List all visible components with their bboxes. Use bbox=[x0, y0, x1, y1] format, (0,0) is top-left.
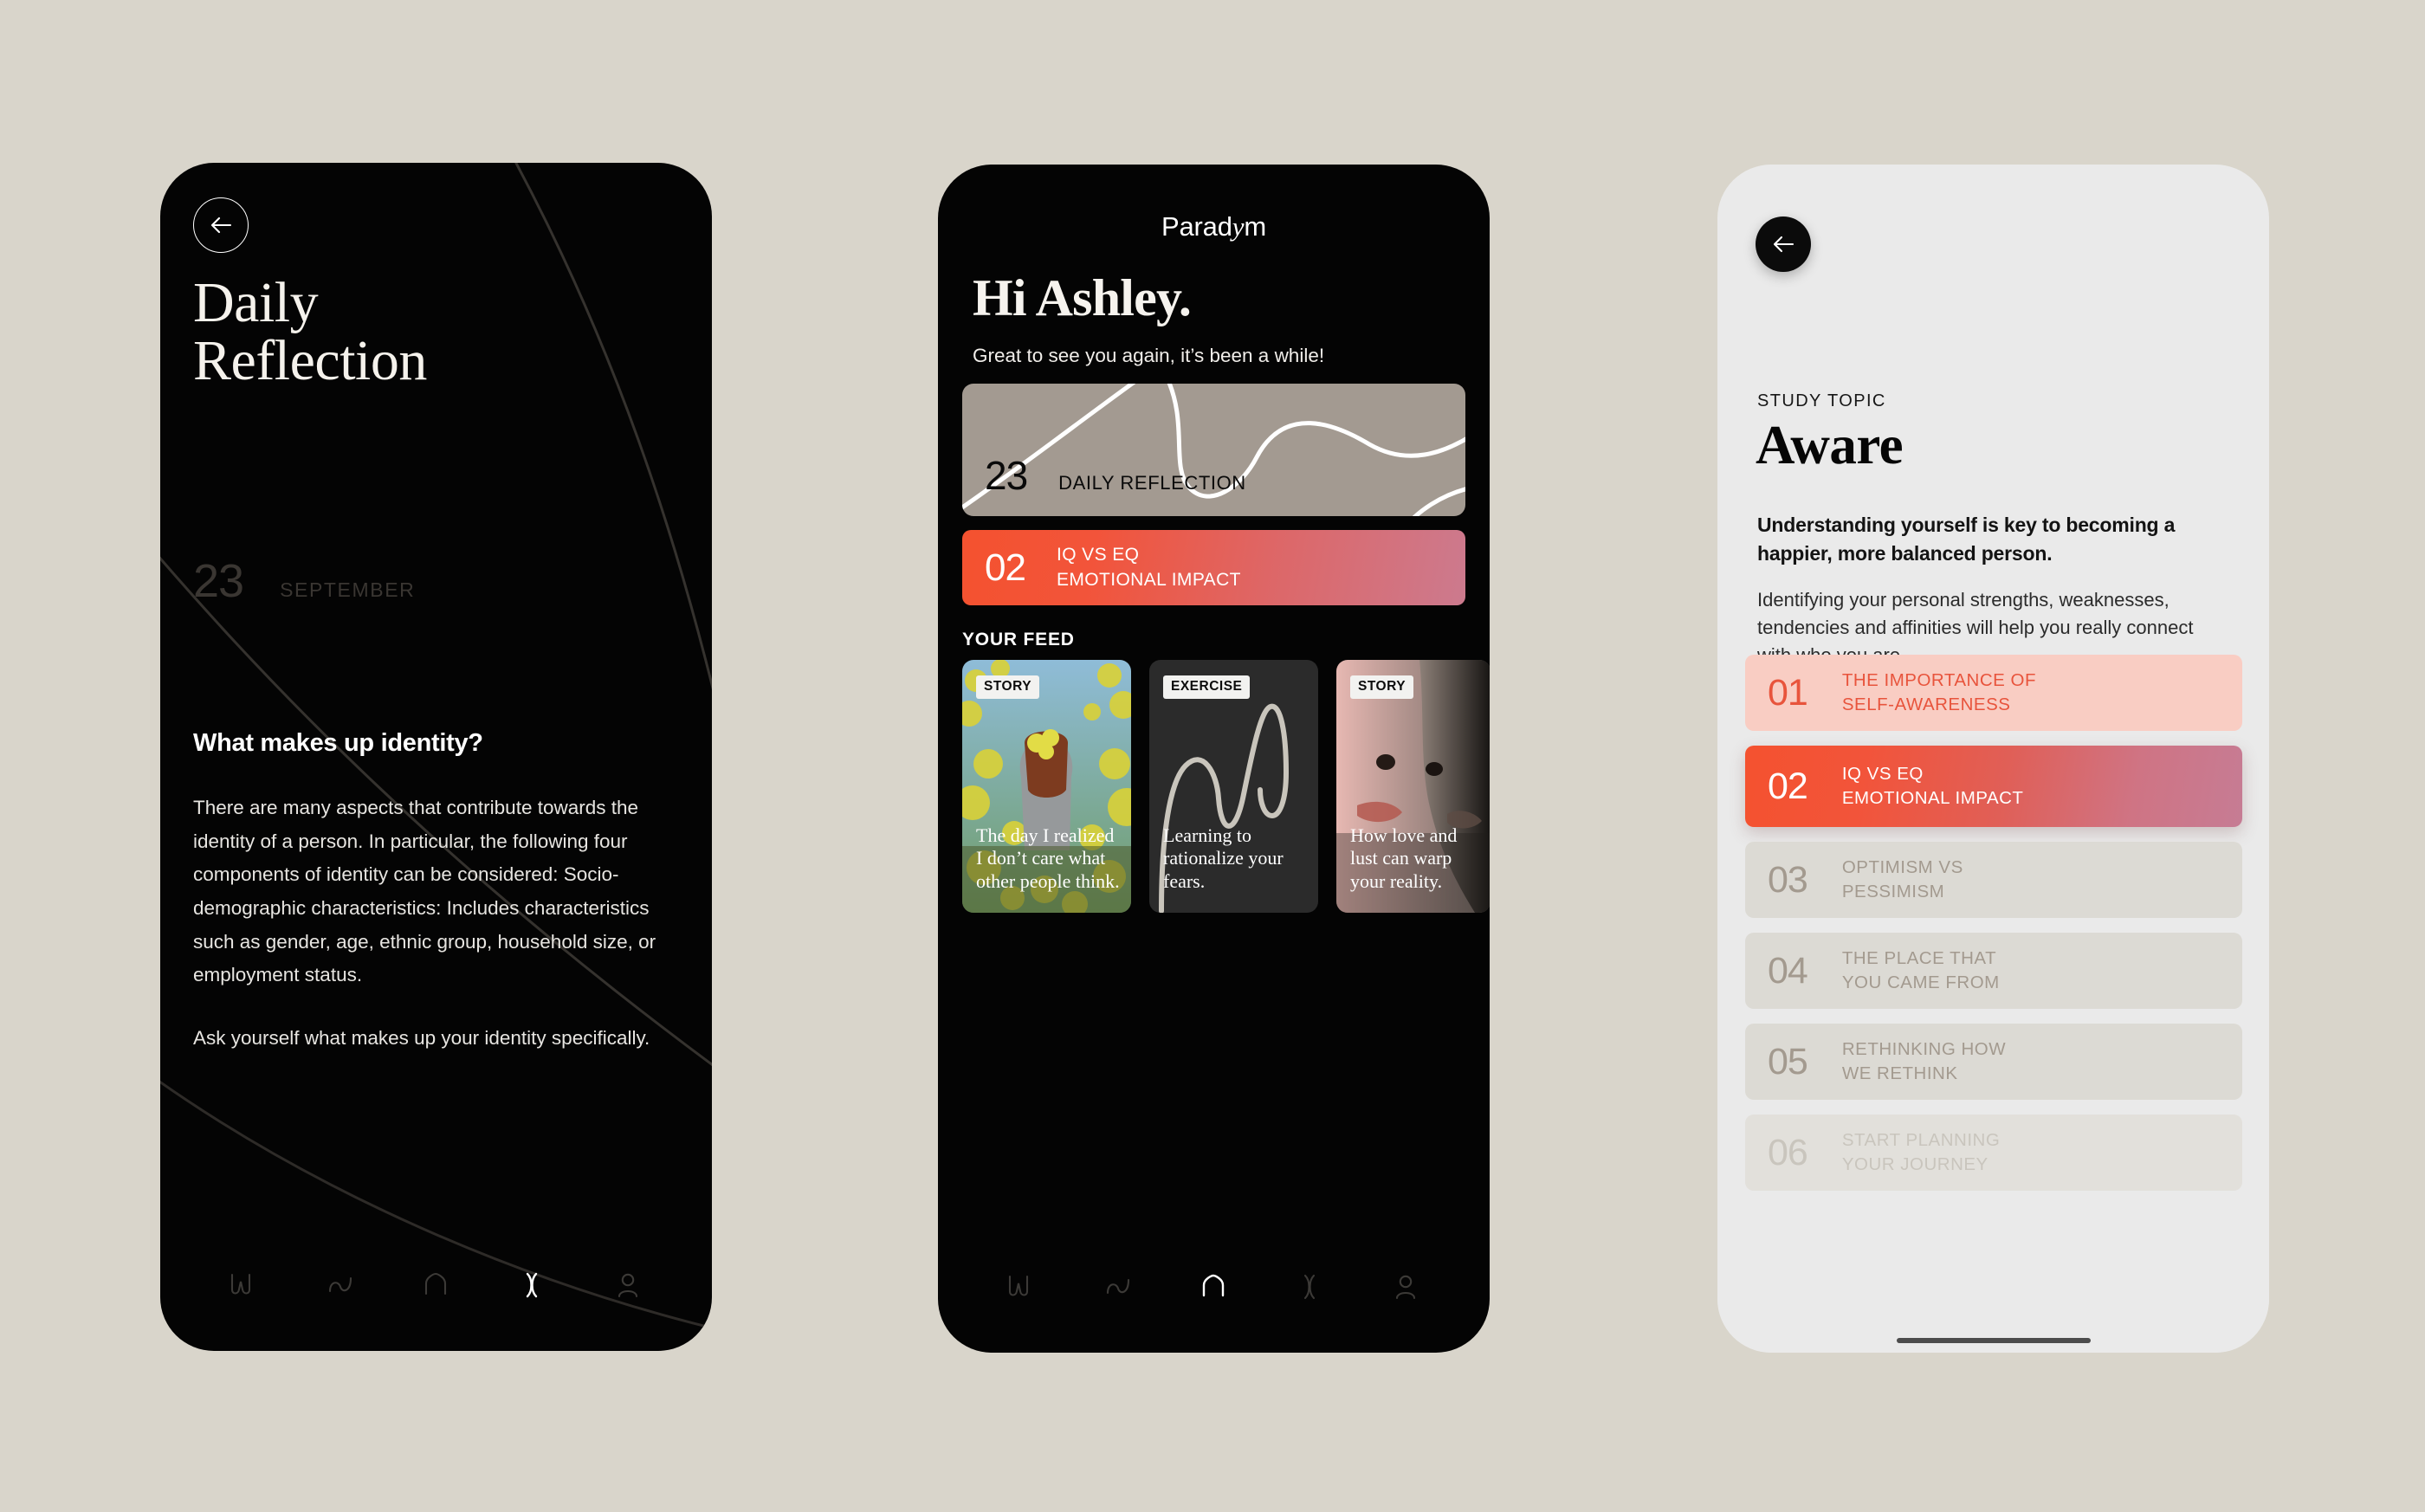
topic-title: THE PLACE THAT YOU CAME FROM bbox=[1842, 947, 2000, 994]
topic-title-line2: SELF-AWARENESS bbox=[1841, 695, 2011, 714]
greeting-subtitle: Great to see you again, it’s been a whil… bbox=[973, 345, 1325, 366]
nav-home-icon[interactable] bbox=[410, 1259, 462, 1311]
feed-card-title: How love and lust can warp your reality. bbox=[1350, 824, 1458, 893]
nav-w-icon[interactable] bbox=[218, 1259, 270, 1311]
home-indicator[interactable] bbox=[1896, 1338, 2091, 1343]
topic-row-01[interactable]: 01 THE IMPORTANCE OF SELF-AWARENESS bbox=[1745, 655, 2242, 731]
reflection-card-day: 23 bbox=[985, 453, 1028, 498]
reflection-card-label: DAILY REFLECTION bbox=[1058, 472, 1246, 494]
eyebrow-label: STUDY TOPIC bbox=[1757, 391, 1886, 410]
feed-card-title: Learning to rationalize your fears. bbox=[1163, 824, 1284, 893]
reflection-paragraph-2: Ask yourself what makes up your identity… bbox=[193, 1027, 650, 1050]
date-row: 23 SEPTEMBER bbox=[193, 554, 415, 608]
arrow-left-icon bbox=[210, 216, 232, 234]
page-title: Aware bbox=[1756, 415, 1904, 475]
topic-title: OPTIMISM VS PESSIMISM bbox=[1842, 856, 1963, 903]
feed-carousel[interactable]: STORY The day I realized I don’t care wh… bbox=[962, 660, 1490, 913]
bottom-nav-bar bbox=[938, 1261, 1490, 1313]
arrow-left-icon bbox=[1773, 236, 1794, 253]
topic-row-05[interactable]: 05 RETHINKING HOW WE RETHINK bbox=[1745, 1024, 2242, 1100]
bottom-nav-bar bbox=[160, 1259, 712, 1311]
phone-home-feed: Paradym Hi Ashley. Great to see you agai… bbox=[938, 165, 1490, 1353]
nav-profile-icon[interactable] bbox=[1380, 1261, 1432, 1313]
nav-lens-icon[interactable] bbox=[506, 1259, 558, 1311]
reflection-paragraph-1: There are many aspects that contribute t… bbox=[193, 797, 656, 986]
topic-title: START PLANNING YOUR JOURNEY bbox=[1842, 1128, 2000, 1176]
topic-number: 06 bbox=[1768, 1131, 1808, 1173]
page-title-line2: Reflection bbox=[193, 329, 427, 393]
screenshot-canvas: Daily Reflection 23 SEPTEMBER What makes… bbox=[0, 0, 2425, 1512]
topic-title-line1: IQ VS EQ bbox=[1841, 764, 1924, 785]
feed-card-tag: STORY bbox=[976, 675, 1040, 699]
feed-card-story-1[interactable]: STORY The day I realized I don’t care wh… bbox=[962, 660, 1131, 913]
topic-title: RETHINKING HOW WE RETHINK bbox=[1842, 1037, 2006, 1085]
phone-study-topic: STUDY TOPIC Aware Understanding yourself… bbox=[1717, 165, 2269, 1353]
topic-title-line1: THE IMPORTANCE OF bbox=[1841, 670, 2036, 691]
topic-number: 02 bbox=[1768, 765, 1808, 807]
feed-card-tag: STORY bbox=[1350, 675, 1414, 699]
topic-title-line2: WE RETHINK bbox=[1841, 1063, 1958, 1083]
reflection-body: There are many aspects that contribute t… bbox=[193, 792, 680, 1056]
topic-row-06[interactable]: 06 START PLANNING YOUR JOURNEY bbox=[1745, 1115, 2242, 1191]
topic-title-line2: PESSIMISM bbox=[1841, 882, 1945, 901]
topic-list: 01 THE IMPORTANCE OF SELF-AWARENESS 02 I… bbox=[1745, 655, 2242, 1205]
lesson-card-line2: EMOTIONAL IMPACT bbox=[1056, 569, 1241, 590]
feed-card-story-2[interactable]: STORY How love and lust can warp your re… bbox=[1336, 660, 1490, 913]
lesson-card-line1: IQ VS EQ bbox=[1056, 545, 1140, 565]
app-logo: Paradym bbox=[938, 211, 1490, 242]
lesson-card-number: 02 bbox=[985, 546, 1026, 589]
topic-title: THE IMPORTANCE OF SELF-AWARENESS bbox=[1842, 669, 2036, 716]
date-month: SEPTEMBER bbox=[280, 578, 416, 601]
greeting-title: Hi Ashley. bbox=[973, 269, 1192, 326]
daily-reflection-card[interactable]: 23 DAILY REFLECTION bbox=[962, 384, 1465, 516]
topic-row-02[interactable]: 02 IQ VS EQ EMOTIONAL IMPACT bbox=[1745, 746, 2242, 827]
feed-card-exercise[interactable]: EXERCISE Learning to rationalize your fe… bbox=[1149, 660, 1318, 913]
topic-title-line2: YOUR JOURNEY bbox=[1841, 1154, 1988, 1174]
phone-daily-reflection: Daily Reflection 23 SEPTEMBER What makes… bbox=[160, 163, 712, 1351]
topic-title-line1: START PLANNING bbox=[1841, 1130, 2001, 1151]
topic-title: IQ VS EQ EMOTIONAL IMPACT bbox=[1842, 762, 2024, 810]
page-title: Daily Reflection bbox=[193, 274, 427, 391]
date-day: 23 bbox=[193, 555, 244, 607]
reflection-question: What makes up identity? bbox=[193, 729, 483, 757]
back-button[interactable] bbox=[193, 197, 249, 253]
page-title-line1: Daily bbox=[193, 271, 319, 334]
topic-title-line2: YOU CAME FROM bbox=[1841, 972, 2000, 992]
feed-card-title: The day I realized I don’t care what oth… bbox=[976, 824, 1120, 893]
feed-section-label: YOUR FEED bbox=[962, 630, 1075, 649]
nav-wave-icon[interactable] bbox=[1092, 1261, 1144, 1313]
topic-row-04[interactable]: 04 THE PLACE THAT YOU CAME FROM bbox=[1745, 933, 2242, 1009]
topic-number: 01 bbox=[1768, 671, 1808, 714]
app-logo-text: Parad bbox=[1161, 211, 1232, 242]
lesson-card-title: IQ VS EQ EMOTIONAL IMPACT bbox=[1057, 543, 1241, 591]
topic-number: 04 bbox=[1768, 949, 1808, 992]
topic-title-line2: EMOTIONAL IMPACT bbox=[1841, 788, 2024, 808]
nav-w-icon[interactable] bbox=[996, 1261, 1048, 1313]
back-button[interactable] bbox=[1756, 216, 1811, 272]
feed-card-tag: EXERCISE bbox=[1163, 675, 1251, 699]
list-bottom-fade bbox=[1717, 1223, 2269, 1353]
topic-title-line1: THE PLACE THAT bbox=[1841, 948, 1997, 969]
topic-title-line1: OPTIMISM VS bbox=[1841, 857, 1963, 878]
topic-row-03[interactable]: 03 OPTIMISM VS PESSIMISM bbox=[1745, 842, 2242, 918]
nav-home-icon[interactable] bbox=[1187, 1261, 1239, 1313]
lesson-card-02[interactable]: 02 IQ VS EQ EMOTIONAL IMPACT bbox=[962, 530, 1465, 605]
nav-lens-icon[interactable] bbox=[1284, 1261, 1335, 1313]
nav-profile-icon[interactable] bbox=[602, 1259, 654, 1311]
nav-wave-icon[interactable] bbox=[314, 1259, 366, 1311]
topic-number: 03 bbox=[1768, 858, 1808, 901]
topic-number: 05 bbox=[1768, 1040, 1808, 1082]
topic-title-line1: RETHINKING HOW bbox=[1841, 1039, 2007, 1060]
app-logo-y: y bbox=[1232, 211, 1245, 242]
app-logo-tail: m bbox=[1244, 211, 1266, 242]
topic-lead-text: Understanding yourself is key to becomin… bbox=[1757, 514, 2176, 565]
